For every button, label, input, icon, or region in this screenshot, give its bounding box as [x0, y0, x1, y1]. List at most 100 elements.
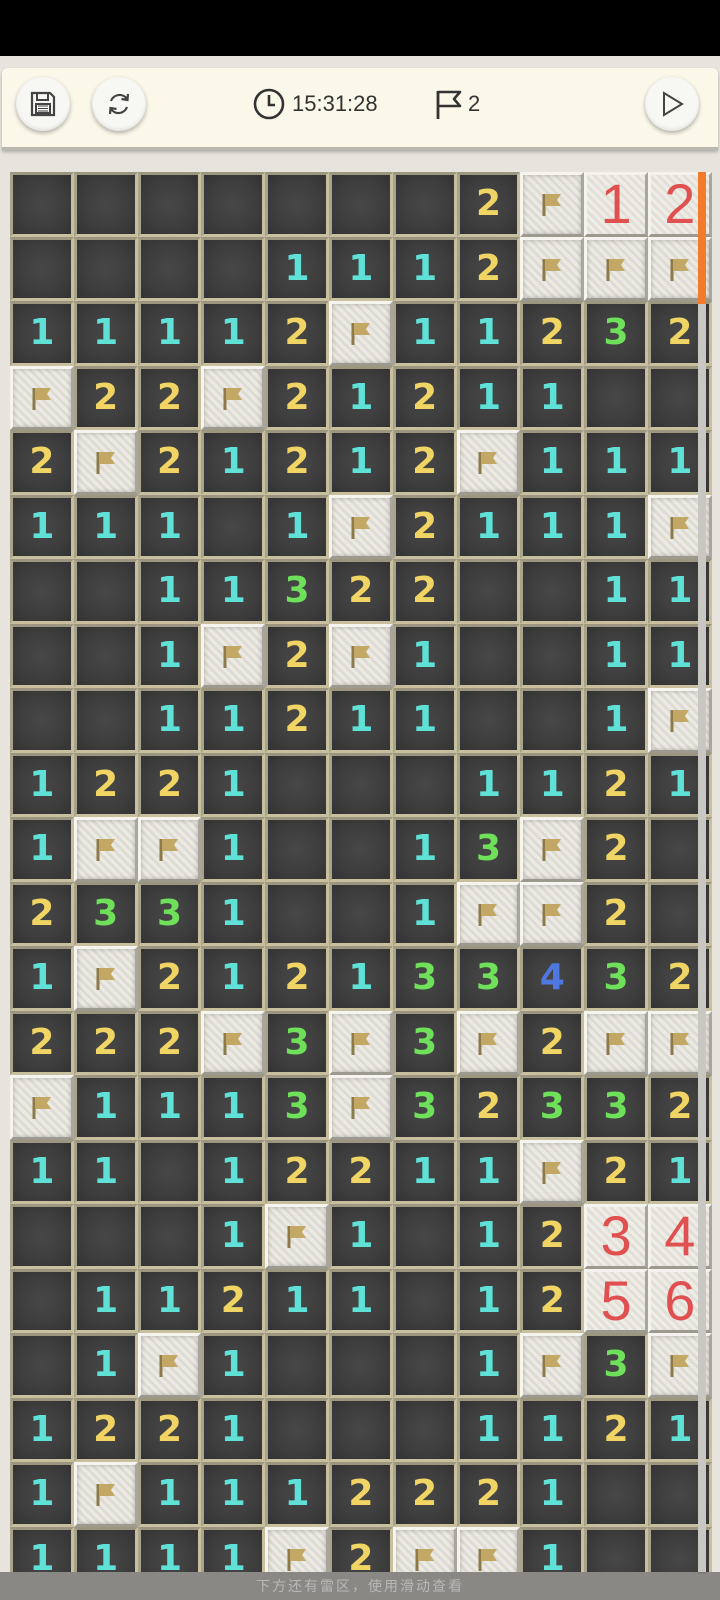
empty-cell[interactable] — [73, 623, 138, 688]
number-cell[interactable]: 2 — [265, 623, 329, 688]
number-cell[interactable]: 2 — [520, 1010, 585, 1075]
number-cell[interactable]: 1 — [456, 752, 521, 817]
number-cell[interactable]: 3 — [584, 301, 648, 366]
number-cell[interactable]: 2 — [10, 430, 74, 495]
number-cell[interactable]: 1 — [201, 752, 266, 817]
flagged-cell[interactable] — [73, 430, 138, 495]
flagged-cell[interactable] — [137, 817, 202, 882]
flagged-cell[interactable] — [201, 623, 266, 688]
number-cell[interactable]: 1 — [201, 688, 266, 753]
number-cell[interactable]: 2 — [10, 881, 74, 946]
number-cell[interactable]: 2 — [456, 1462, 521, 1527]
number-cell[interactable]: 1 — [520, 1462, 585, 1527]
empty-cell[interactable] — [328, 752, 393, 817]
number-cell[interactable]: 1 — [520, 494, 585, 559]
empty-cell[interactable] — [392, 1397, 457, 1462]
empty-cell[interactable] — [265, 1333, 329, 1398]
number-cell[interactable]: 3 — [520, 1075, 585, 1140]
number-cell[interactable]: 1 — [10, 494, 74, 559]
number-cell[interactable]: 1 — [201, 817, 266, 882]
flagged-cell[interactable] — [392, 1526, 457, 1572]
number-cell[interactable]: 1 — [328, 430, 393, 495]
number-cell[interactable]: 1 — [10, 1526, 74, 1572]
flagged-cell[interactable] — [328, 1075, 393, 1140]
number-cell[interactable]: 1 — [201, 1204, 266, 1269]
flagged-cell[interactable] — [73, 946, 138, 1011]
number-cell[interactable]: 1 — [392, 688, 457, 753]
number-cell[interactable]: 1 — [201, 430, 266, 495]
empty-cell[interactable] — [137, 236, 202, 301]
flagged-cell[interactable] — [520, 881, 585, 946]
number-cell[interactable]: 2 — [584, 881, 648, 946]
empty-cell[interactable] — [10, 559, 74, 624]
number-cell[interactable]: 2 — [456, 1075, 521, 1140]
number-cell[interactable]: 1 — [328, 1268, 393, 1333]
empty-cell[interactable] — [265, 1397, 329, 1462]
scrollbar-track[interactable] — [698, 304, 706, 1574]
empty-cell[interactable] — [201, 494, 266, 559]
number-cell[interactable]: 1 — [201, 946, 266, 1011]
number-cell[interactable]: 1 — [10, 301, 74, 366]
number-cell[interactable]: 1 — [137, 1462, 202, 1527]
number-cell[interactable]: 1 — [73, 1139, 138, 1204]
flagged-cell[interactable] — [201, 365, 266, 430]
number-cell[interactable]: 1 — [456, 301, 521, 366]
number-cell[interactable]: 1 — [456, 1204, 521, 1269]
empty-cell[interactable] — [392, 172, 457, 237]
number-cell[interactable]: 1 — [137, 1526, 202, 1572]
number-cell[interactable]: 3 — [265, 1075, 329, 1140]
number-cell[interactable]: 2 — [328, 1462, 393, 1527]
number-cell[interactable]: 2 — [584, 1397, 648, 1462]
empty-cell[interactable] — [10, 1333, 74, 1398]
number-cell[interactable]: 1 — [265, 1268, 329, 1333]
number-cell[interactable]: 2 — [265, 688, 329, 753]
number-cell[interactable]: 1 — [10, 946, 74, 1011]
number-cell[interactable]: 3 — [265, 559, 329, 624]
number-cell[interactable]: 1 — [10, 1397, 74, 1462]
number-cell[interactable]: 1 — [10, 1462, 74, 1527]
number-cell[interactable]: 1 — [137, 688, 202, 753]
empty-cell[interactable] — [328, 1397, 393, 1462]
number-cell[interactable]: 2 — [456, 236, 521, 301]
number-cell[interactable]: 1 — [137, 494, 202, 559]
number-cell[interactable]: 2 — [73, 1397, 138, 1462]
number-cell[interactable]: 1 — [392, 817, 457, 882]
number-cell[interactable]: 1 — [392, 301, 457, 366]
number-cell[interactable]: 2 — [392, 365, 457, 430]
number-cell[interactable]: 1 — [201, 1397, 266, 1462]
number-cell[interactable]: 1 — [584, 430, 648, 495]
number-cell[interactable]: 3 — [137, 881, 202, 946]
hint-cell[interactable]: 1 — [584, 172, 648, 237]
number-cell[interactable]: 4 — [520, 946, 585, 1011]
number-cell[interactable]: 2 — [328, 559, 393, 624]
flagged-cell[interactable] — [584, 236, 648, 301]
flagged-cell[interactable] — [584, 1010, 648, 1075]
number-cell[interactable]: 1 — [10, 817, 74, 882]
hint-cell[interactable]: 5 — [584, 1268, 648, 1333]
number-cell[interactable]: 1 — [520, 430, 585, 495]
empty-cell[interactable] — [201, 236, 266, 301]
number-cell[interactable]: 1 — [10, 752, 74, 817]
flagged-cell[interactable] — [520, 1333, 585, 1398]
empty-cell[interactable] — [328, 881, 393, 946]
number-cell[interactable]: 3 — [392, 946, 457, 1011]
number-cell[interactable]: 1 — [456, 1268, 521, 1333]
empty-cell[interactable] — [520, 623, 585, 688]
empty-cell[interactable] — [137, 172, 202, 237]
flagged-cell[interactable] — [520, 817, 585, 882]
number-cell[interactable]: 3 — [392, 1075, 457, 1140]
number-cell[interactable]: 1 — [584, 494, 648, 559]
empty-cell[interactable] — [265, 172, 329, 237]
number-cell[interactable]: 2 — [265, 301, 329, 366]
number-cell[interactable]: 3 — [456, 817, 521, 882]
empty-cell[interactable] — [73, 172, 138, 237]
number-cell[interactable]: 2 — [328, 1526, 393, 1572]
empty-cell[interactable] — [137, 1139, 202, 1204]
number-cell[interactable]: 1 — [456, 1333, 521, 1398]
number-cell[interactable]: 2 — [584, 1139, 648, 1204]
number-cell[interactable]: 1 — [328, 946, 393, 1011]
hint-cell[interactable]: 3 — [584, 1204, 648, 1269]
number-cell[interactable]: 2 — [392, 430, 457, 495]
flagged-cell[interactable] — [520, 172, 585, 237]
number-cell[interactable]: 2 — [265, 1139, 329, 1204]
